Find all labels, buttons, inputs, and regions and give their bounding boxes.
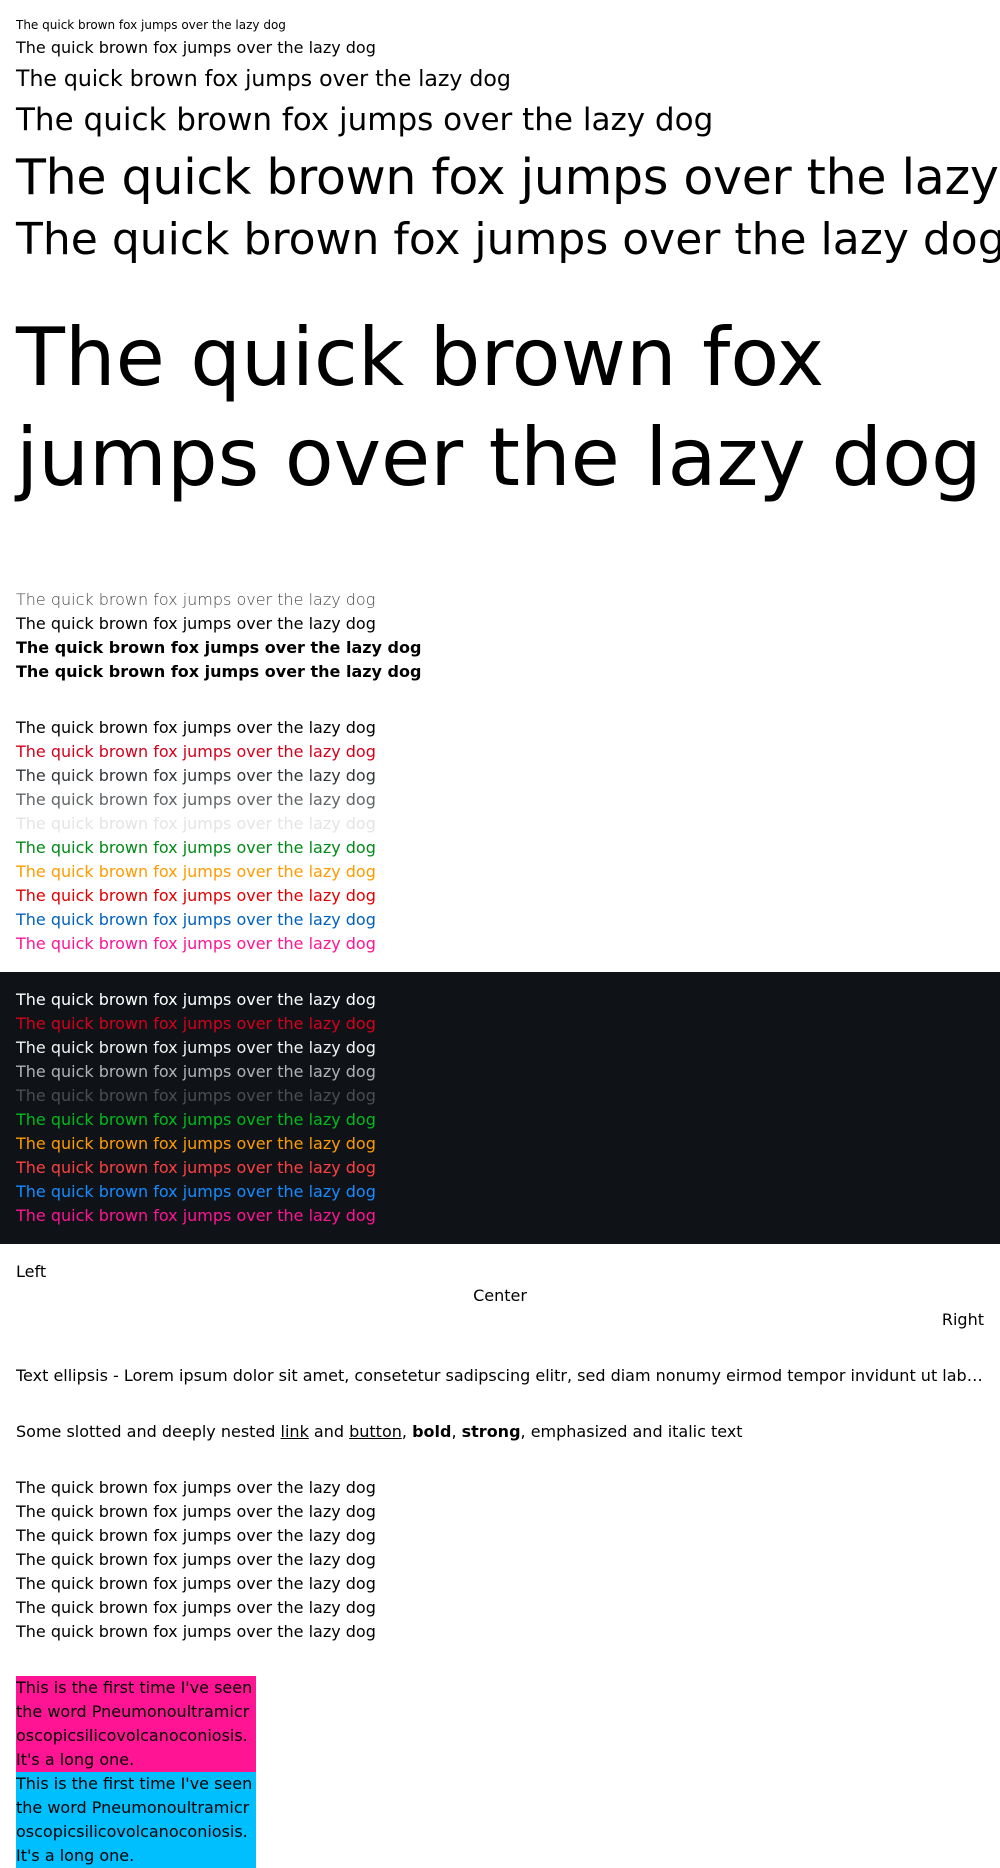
dark-color-brand: The quick brown fox jumps over the lazy … (16, 1014, 376, 1033)
light-color-default: The quick brown fox jumps over the lazy … (16, 718, 376, 737)
text-size-xx-large: The quick brown fox jumps over the lazy … (16, 214, 1000, 265)
repeated-line: The quick brown fox jumps over the lazy … (16, 1622, 376, 1641)
light-theme-colors: The quick brown fox jumps over the lazy … (0, 716, 1000, 972)
dark-theme-colors: The quick brown fox jumps over the lazy … (0, 972, 1000, 1244)
text-align-left: Left (16, 1262, 47, 1281)
text-size-large: The quick brown fox jumps over the lazy … (16, 102, 714, 138)
nested-comma-2: , (451, 1422, 462, 1441)
light-color-notification-info: The quick brown fox jumps over the lazy … (16, 910, 376, 929)
nested-comma-1: , (401, 1422, 413, 1441)
font-weight-section: The quick brown fox jumps over the lazy … (0, 588, 1000, 684)
repeated-line: The quick brown fox jumps over the lazy … (16, 1502, 376, 1521)
nested-button[interactable]: button (349, 1422, 402, 1441)
light-color-brand: The quick brown fox jumps over the lazy … (16, 742, 376, 761)
nested-section: Some slotted and deeply nested link and … (0, 1420, 1000, 1444)
alignment-section: Left Center Right (0, 1260, 1000, 1332)
text-weight-semibold: The quick brown fox jumps over the lazy … (16, 638, 422, 657)
text-align-center: Center (473, 1286, 527, 1305)
nested-bold: bold (412, 1422, 452, 1441)
dark-color-neutral-contrast-high: The quick brown fox jumps over the lazy … (16, 1038, 376, 1057)
nested-strong: strong (461, 1422, 521, 1441)
repeated-line: The quick brown fox jumps over the lazy … (16, 1598, 376, 1617)
text-size-small: The quick brown fox jumps over the lazy … (16, 38, 376, 57)
long-word-box-pink: This is the first time I've seen the wor… (16, 1676, 256, 1772)
nested-text: Some slotted and deeply nested link and … (16, 1420, 984, 1444)
long-word-section: This is the first time I've seen the wor… (0, 1676, 1000, 1868)
text-align-right: Right (941, 1310, 984, 1329)
text-weight-bold: The quick brown fox jumps over the lazy … (16, 662, 422, 681)
light-color-notification-warning: The quick brown fox jumps over the lazy … (16, 862, 376, 881)
repeated-line: The quick brown fox jumps over the lazy … (16, 1574, 376, 1593)
nested-prefix: Some slotted and deeply nested (16, 1422, 281, 1441)
nested-and: and (308, 1422, 350, 1441)
text-weight-regular: The quick brown fox jumps over the lazy … (16, 614, 376, 633)
repeated-line: The quick brown fox jumps over the lazy … (16, 1526, 376, 1545)
long-word-box-blue: This is the first time I've seen the wor… (16, 1772, 256, 1868)
repeated-line: The quick brown fox jumps over the lazy … (16, 1550, 376, 1569)
nested-link[interactable]: link (281, 1422, 309, 1441)
dark-color-neutral-contrast-low: The quick brown fox jumps over the lazy … (16, 1086, 376, 1105)
font-size-section: The quick brown fox jumps over the lazy … (0, 16, 1000, 508)
light-color-neutral-contrast-medium: The quick brown fox jumps over the lazy … (16, 790, 376, 809)
dark-color-default: The quick brown fox jumps over the lazy … (16, 990, 376, 1009)
light-color-notification-error: The quick brown fox jumps over the lazy … (16, 886, 376, 905)
dark-color-notification-error: The quick brown fox jumps over the lazy … (16, 1158, 376, 1177)
text-ellipsis: Text ellipsis - Lorem ipsum dolor sit am… (16, 1366, 984, 1385)
dark-color-inherit: The quick brown fox jumps over the lazy … (16, 1206, 376, 1225)
dark-color-notification-info: The quick brown fox jumps over the lazy … (16, 1182, 376, 1201)
dark-color-notification-warning: The quick brown fox jumps over the lazy … (16, 1134, 376, 1153)
text-size-xx-small: The quick brown fox jumps over the lazy … (16, 18, 286, 32)
text-size-huge: The quick brown fox jumps over the lazy … (16, 311, 982, 504)
repeated-line: The quick brown fox jumps over the lazy … (16, 1478, 376, 1497)
light-color-notification-success: The quick brown fox jumps over the lazy … (16, 838, 376, 857)
long-word-boxes: This is the first time I've seen the wor… (16, 1676, 256, 1868)
text-size-x-large: The quick brown fox jumps over the lazy … (16, 149, 1000, 206)
text-size-medium: The quick brown fox jumps over the lazy … (16, 67, 511, 92)
dark-color-neutral-contrast-medium: The quick brown fox jumps over the lazy … (16, 1062, 376, 1081)
light-color-neutral-contrast-low: The quick brown fox jumps over the lazy … (16, 814, 376, 833)
text-weight-thin: The quick brown fox jumps over the lazy … (16, 590, 376, 609)
light-color-neutral-contrast-high: The quick brown fox jumps over the lazy … (16, 766, 376, 785)
nested-suffix: , emphasized and italic text (520, 1422, 743, 1441)
repeated-lines-section: The quick brown fox jumps over the lazy … (0, 1476, 1000, 1644)
light-color-inherit: The quick brown fox jumps over the lazy … (16, 934, 376, 953)
ellipsis-section: Text ellipsis - Lorem ipsum dolor sit am… (0, 1364, 1000, 1388)
dark-color-notification-success: The quick brown fox jumps over the lazy … (16, 1110, 376, 1129)
